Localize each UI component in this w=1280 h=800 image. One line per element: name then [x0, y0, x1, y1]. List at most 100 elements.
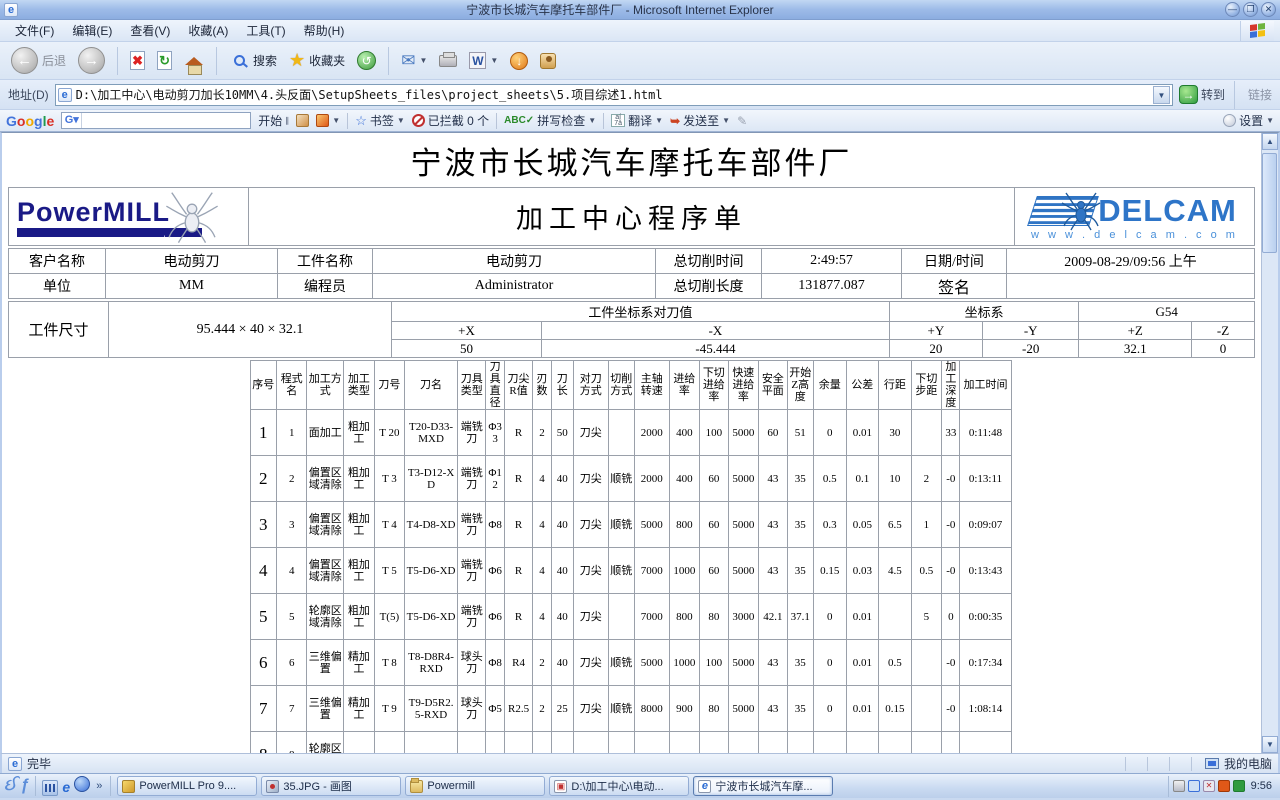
security-zone: 我的电脑 [1223, 757, 1272, 771]
column-header: 加工时间 [959, 360, 1012, 410]
table-cell: 8 [249, 731, 277, 753]
minimize-button[interactable]: — [1225, 2, 1240, 17]
paging-icon: ∥ [285, 116, 290, 125]
popup-blocker-button[interactable]: 已拦截 0 个 [411, 112, 489, 129]
vertical-scrollbar[interactable]: ▲ ▼ [1261, 133, 1278, 753]
home-button[interactable] [181, 49, 207, 75]
table-cell: 端铣刀 [456, 455, 487, 502]
toolbar-separator [388, 46, 390, 75]
google-start-button[interactable]: 开始 ∥ [258, 112, 289, 129]
spellcheck-button[interactable]: ABC✓ 拼写检查 ▼ [504, 112, 596, 129]
google-settings-button[interactable]: 设置 ▼ [1223, 112, 1274, 129]
menu-item[interactable]: 收藏(A) [179, 22, 237, 40]
tray-calc-icon[interactable] [1172, 780, 1185, 792]
table-cell: 40 [550, 639, 574, 686]
quick-launch-sphere-icon[interactable] [74, 775, 91, 792]
table-cell: 轮廓区域清除 [306, 731, 345, 753]
google-search-input[interactable] [82, 114, 251, 127]
stop-button[interactable]: ✖ [127, 49, 148, 72]
forward-button[interactable]: → [75, 45, 108, 76]
axis-label: +Y [888, 321, 983, 340]
chevron-down-icon: ▼ [490, 56, 499, 65]
taskbar-clock[interactable]: 9:56 [1251, 780, 1272, 792]
messenger-button[interactable] [537, 51, 559, 71]
menu-item[interactable]: 查看(V) [121, 22, 179, 40]
menu-item[interactable]: 文件(F) [6, 22, 63, 40]
task-button[interactable]: ▣ D:\加工中心\电动... [549, 776, 690, 796]
table-cell: 1000 [668, 547, 701, 594]
table-cell [607, 593, 635, 640]
table-cell: 1 [910, 501, 943, 548]
bookmarks-button[interactable]: ☆ 书签 ▼ [355, 112, 405, 129]
start-ornament-icon[interactable]: ƒ [20, 777, 29, 795]
scrollbar-thumb[interactable] [1262, 153, 1277, 253]
highlighter-icon[interactable]: ✎ [737, 114, 747, 128]
scroll-down-arrow[interactable]: ▼ [1262, 736, 1278, 753]
table-cell: 0:11:48 [959, 409, 1012, 456]
table-cell: 800 [668, 593, 701, 640]
menu-item[interactable]: 帮助(H) [295, 22, 354, 40]
part-label: 工件名称 [277, 248, 373, 274]
tray-lang-icon[interactable] [1217, 780, 1230, 792]
task-button[interactable]: PowerMILL Pro 9.... [117, 776, 258, 796]
google-g-icon[interactable]: G▾ [62, 113, 83, 128]
table-cell: 43 [758, 685, 788, 732]
menu-item[interactable]: 编辑(E) [63, 22, 121, 40]
scroll-up-arrow[interactable]: ▲ [1262, 133, 1278, 150]
chevron-down-icon: ▼ [588, 116, 597, 125]
start-ornament-icon[interactable]: ઈ [4, 777, 16, 795]
translate-button[interactable]: aí 7ǎ 翻译 ▼ [611, 112, 663, 129]
table-cell: 4 [532, 593, 552, 640]
history-button[interactable]: ↺ [354, 49, 379, 72]
tray-up-icon[interactable] [1232, 780, 1245, 792]
tray-net-icon[interactable] [1187, 780, 1200, 792]
my-computer-icon [1204, 758, 1219, 769]
table-cell: T 5 [373, 547, 406, 594]
task-button[interactable]: e 宁波市长城汽车摩... [693, 776, 834, 796]
address-input[interactable] [75, 87, 1153, 102]
refresh-button[interactable]: ↻ [154, 49, 175, 72]
back-button[interactable]: ← 后退 [8, 45, 69, 76]
favorites-button[interactable]: ★ 收藏夹 [286, 48, 348, 73]
links-label[interactable]: 链接 [1248, 86, 1272, 103]
table-cell: 43 [758, 501, 788, 548]
table-cell: 43 [758, 547, 788, 594]
table-cell: 33 [941, 409, 961, 456]
table-cell: -0 [941, 501, 961, 548]
table-cell: 2000 [633, 455, 670, 502]
shopping-button[interactable]: ▼ [316, 114, 340, 127]
scrollbar-track[interactable] [1262, 150, 1278, 736]
go-button[interactable]: → 转到 [1178, 85, 1225, 104]
news-button[interactable] [296, 114, 310, 127]
task-button[interactable]: Powermill [405, 776, 546, 796]
table-cell: 刀尖 [572, 685, 609, 732]
table-cell [910, 409, 943, 456]
back-label: 后退 [42, 54, 67, 68]
table-cell: 刀尖 [572, 455, 609, 502]
send-to-button[interactable]: ➥ 发送至 ▼ [670, 112, 730, 129]
table-cell: T 9 [373, 685, 406, 732]
address-dropdown-button[interactable]: ▼ [1152, 85, 1170, 104]
task-button[interactable]: 35.JPG - 画图 [261, 776, 402, 796]
mail-button[interactable]: ✉ ▼ [398, 49, 430, 73]
task-button-label: PowerMILL Pro 9.... [139, 780, 237, 792]
quick-launch-ie-icon[interactable]: e [58, 779, 74, 795]
document-header-table: PowerMILL www.delcam.com 加工中心程序单 DELCAM … [8, 187, 1255, 246]
close-button[interactable]: ✕ [1261, 2, 1276, 17]
table-cell: T5-D6-XD [404, 547, 458, 594]
quick-launch-more-button[interactable]: » [94, 780, 104, 792]
tray-vol-icon[interactable] [1202, 780, 1215, 792]
print-button[interactable] [436, 51, 460, 69]
download-tool-button[interactable]: ↓ [507, 50, 531, 72]
company-title: 宁波市长城汽车摩托车部件厂 [410, 146, 853, 181]
table-cell: 0:00:35 [959, 593, 1012, 640]
search-button[interactable]: 搜索 [226, 49, 280, 73]
table-cell: 35 [786, 547, 815, 594]
translate-icon: aí 7ǎ [611, 114, 626, 127]
maximize-button[interactable]: ❐ [1243, 2, 1258, 17]
menu-item[interactable]: 工具(T) [237, 22, 294, 40]
edit-word-button[interactable]: W ▼ [466, 50, 501, 71]
quick-launch-chart-icon[interactable] [42, 779, 59, 796]
table-cell: T 4 [373, 501, 406, 548]
table-cell: 端铣刀 [456, 409, 487, 456]
